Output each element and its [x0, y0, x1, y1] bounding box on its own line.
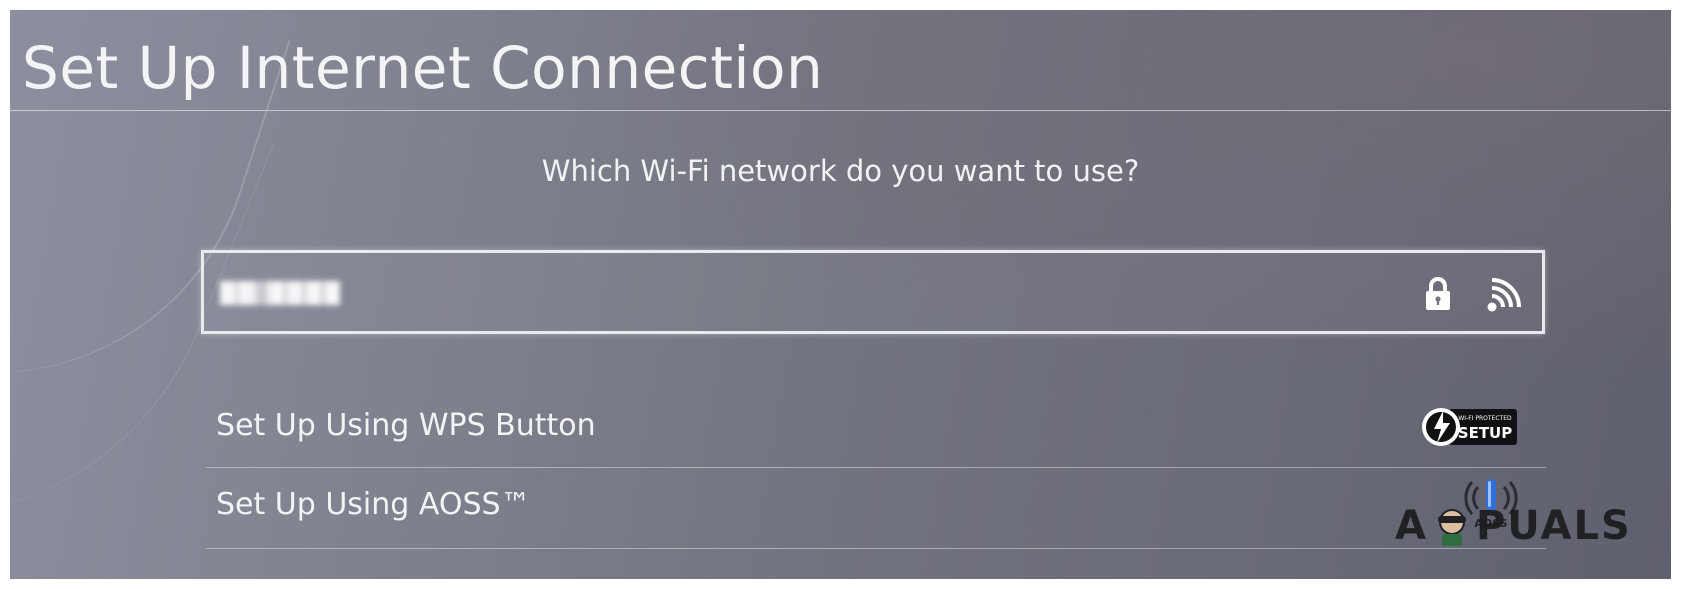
option-divider: [206, 548, 1546, 549]
wifi-signal-icon: [1487, 278, 1521, 312]
page-title: Set Up Internet Connection: [22, 34, 824, 102]
aoss-option-label: Set Up Using AOSS™: [216, 487, 531, 522]
option-divider: [206, 467, 1546, 468]
watermark-logo: A PUALS: [1395, 501, 1632, 551]
aoss-setup-option[interactable]: Set Up Using AOSS™ AOSS: [206, 469, 1546, 549]
watermark-mascot-icon: [1437, 509, 1466, 546]
watermark-text: PUALS: [1475, 503, 1632, 549]
network-ssid: ██ █████: [220, 281, 340, 305]
screen: Set Up Internet Connection Which Wi-Fi n…: [10, 10, 1671, 579]
wps-logo-icon: WI-FI PROTECTED SETUP: [1422, 408, 1517, 446]
wps-setup-option[interactable]: Set Up Using WPS Button WI-FI PROTECTED …: [206, 388, 1546, 468]
wifi-network-item[interactable]: ██ █████: [201, 250, 1545, 334]
network-prompt: Which Wi-Fi network do you want to use?: [541, 154, 1140, 188]
lock-icon: [1426, 277, 1450, 310]
svg-text:WI-FI PROTECTED: WI-FI PROTECTED: [1458, 415, 1512, 422]
svg-text:SETUP: SETUP: [1458, 424, 1512, 442]
watermark-text: A: [1395, 503, 1428, 549]
wps-option-label: Set Up Using WPS Button: [216, 408, 596, 443]
title-divider: [10, 110, 1671, 111]
